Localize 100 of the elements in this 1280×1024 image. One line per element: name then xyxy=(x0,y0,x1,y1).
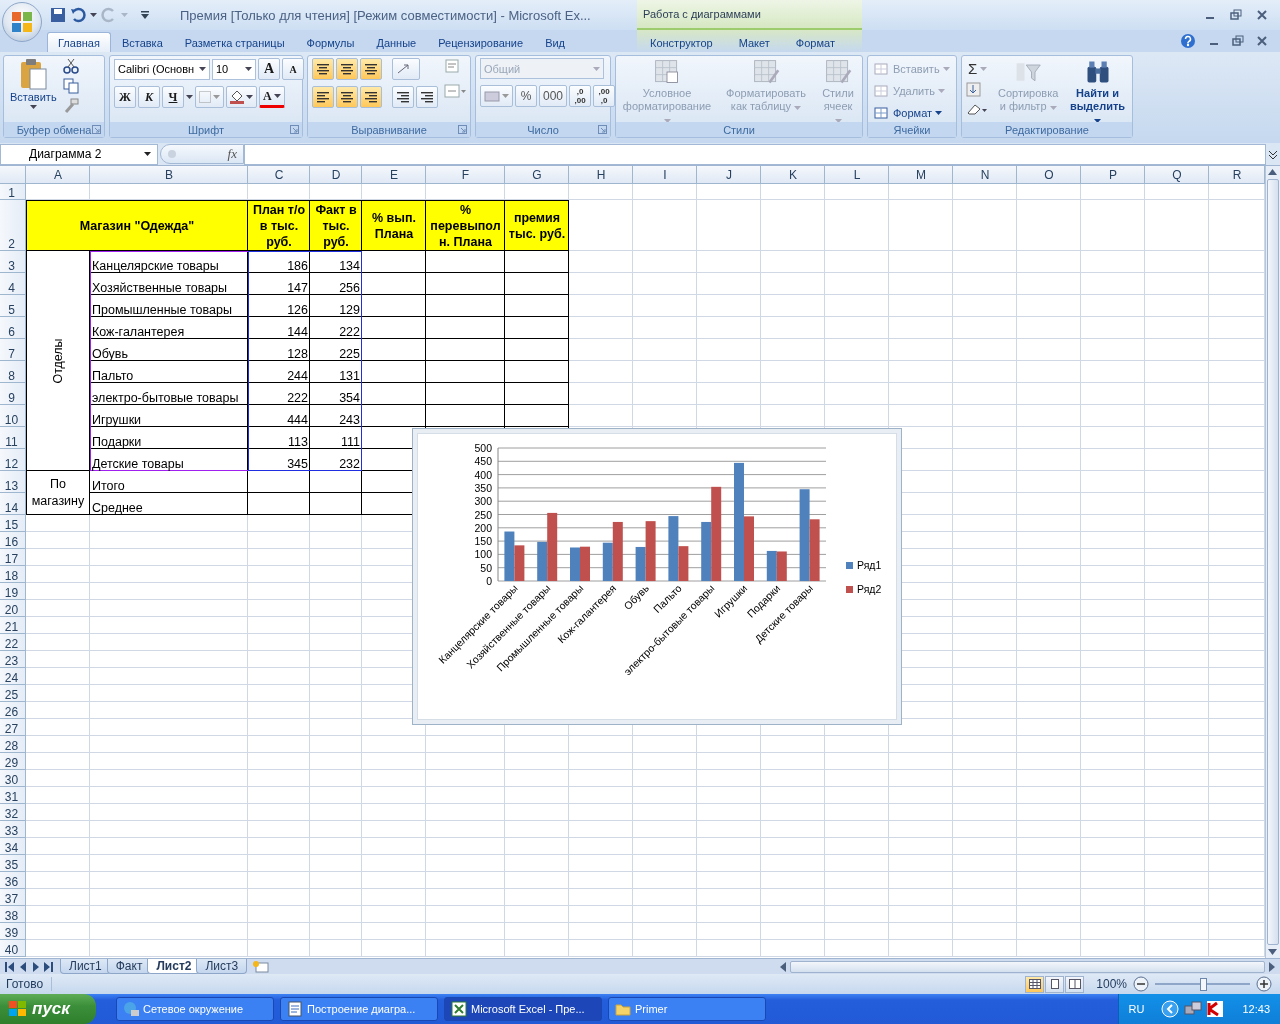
zoom-level: 100% xyxy=(1096,977,1127,991)
chevron-left-icon[interactable] xyxy=(1161,1000,1180,1018)
ribbon-tab[interactable]: Главная xyxy=(47,32,111,52)
column-header[interactable]: D xyxy=(310,166,362,184)
next-sheet-icon[interactable] xyxy=(30,959,41,974)
underline-button[interactable]: Ч xyxy=(162,86,184,108)
align-lines-icon xyxy=(316,63,330,75)
font-name-field[interactable]: Calibri (Основн xyxy=(114,58,210,80)
antivirus-icon[interactable] xyxy=(1207,1001,1224,1017)
taskbar-button[interactable]: Построение диагра... xyxy=(280,997,438,1021)
close-icon[interactable] xyxy=(1256,35,1268,47)
ribbon-tab[interactable]: Данные xyxy=(365,32,428,52)
view-button[interactable] xyxy=(1045,975,1065,993)
column-header[interactable]: P xyxy=(1081,166,1145,184)
vertical-align-button[interactable] xyxy=(312,58,334,80)
horizontal-align-button[interactable] xyxy=(360,86,382,108)
column-header[interactable]: G xyxy=(505,166,569,184)
decrease-decimal-button[interactable]: ,00 ,0 xyxy=(593,85,616,107)
save-icon[interactable] xyxy=(50,7,66,23)
start-button[interactable]: пуск xyxy=(0,994,96,1024)
ribbon-tab[interactable]: Вставка xyxy=(110,32,174,52)
column-header[interactable]: A xyxy=(26,166,90,184)
view-button[interactable] xyxy=(1025,975,1045,993)
zoom-in-icon[interactable] xyxy=(1256,976,1272,992)
horizontal-align-button[interactable] xyxy=(336,86,358,108)
vertical-scrollbar[interactable] xyxy=(1265,166,1280,958)
name-box[interactable]: Диаграмма 2 xyxy=(0,143,158,165)
ribbon-tab[interactable]: Формулы xyxy=(295,32,366,52)
row-number: 36 xyxy=(0,872,26,889)
increase-decimal-button[interactable]: ,0 ,00 xyxy=(569,85,592,107)
thousands-button[interactable]: 000 xyxy=(539,85,568,107)
cells-menu-button[interactable]: Формат xyxy=(872,102,952,123)
undo-icon[interactable] xyxy=(70,7,86,23)
bold-button[interactable]: Ж xyxy=(114,86,136,108)
axis-tick-label: 250 xyxy=(474,508,492,521)
horizontal-align-button[interactable] xyxy=(312,86,334,108)
table-cell: 186 xyxy=(248,251,310,273)
fill-color-button[interactable] xyxy=(226,86,257,108)
column-header[interactable]: F xyxy=(426,166,505,184)
document-icon xyxy=(287,1001,303,1017)
row-number: 30 xyxy=(0,770,26,787)
customize-toolbar-icon[interactable] xyxy=(140,10,150,20)
font-color-button[interactable]: A xyxy=(259,86,285,108)
find-select-button[interactable]: Найти и выделить xyxy=(1067,58,1128,126)
merge-cells-icon[interactable] xyxy=(444,84,466,98)
last-sheet-icon[interactable] xyxy=(43,959,54,974)
column-header[interactable]: H xyxy=(569,166,633,184)
row-number: 12 xyxy=(0,449,26,471)
column-header[interactable]: N xyxy=(953,166,1017,184)
column-header[interactable]: C xyxy=(248,166,310,184)
column-header[interactable]: L xyxy=(825,166,889,184)
column-header[interactable]: O xyxy=(1017,166,1081,184)
decrease-indent-button[interactable] xyxy=(392,86,414,108)
column-header[interactable]: I xyxy=(633,166,697,184)
bar xyxy=(766,550,777,581)
view-button[interactable] xyxy=(1065,975,1085,993)
sheet-tab[interactable]: Лист3 xyxy=(196,959,248,974)
restore-icon[interactable] xyxy=(1232,35,1244,47)
column-header[interactable]: E xyxy=(362,166,426,184)
ribbon-tab[interactable]: Формат xyxy=(782,32,848,52)
vertical-align-button[interactable] xyxy=(360,58,382,80)
caret-icon xyxy=(245,67,252,71)
ribbon-tab[interactable]: Рецензирование xyxy=(427,32,535,52)
vertical-align-button[interactable] xyxy=(336,58,358,80)
column-header[interactable]: R xyxy=(1209,166,1265,184)
autosum-button[interactable]: Σ xyxy=(966,58,990,79)
copy-icon[interactable] xyxy=(62,78,79,94)
shrink-font-button[interactable]: A xyxy=(282,58,304,80)
formula-input[interactable] xyxy=(244,143,1266,165)
taskbar-button[interactable]: Сетевое окружение xyxy=(116,997,274,1021)
zoom-out-icon[interactable] xyxy=(1133,976,1149,992)
ribbon-tab[interactable]: Вид xyxy=(534,32,577,52)
help-icon[interactable] xyxy=(1180,33,1196,49)
close-icon[interactable] xyxy=(1256,9,1268,21)
insert-function-button[interactable]: fx xyxy=(227,146,237,162)
ribbon-tab[interactable]: Макет xyxy=(725,32,783,52)
column-header[interactable]: K xyxy=(761,166,825,184)
slider-thumb[interactable] xyxy=(1199,977,1207,991)
first-sheet-icon[interactable] xyxy=(4,959,15,974)
font-size-field[interactable]: 10 xyxy=(212,58,256,80)
ribbon-tab[interactable]: Разметка страницы xyxy=(173,32,296,52)
percent-button[interactable]: % xyxy=(515,85,537,107)
column-header[interactable]: B xyxy=(90,166,248,184)
increase-indent-button[interactable] xyxy=(416,86,438,108)
ribbon-tab[interactable]: Конструктор xyxy=(637,32,726,52)
column-header[interactable]: M xyxy=(889,166,953,184)
paste-button[interactable]: Вставить xyxy=(8,58,59,109)
row-number: 10 xyxy=(0,405,26,427)
cut-icon[interactable] xyxy=(62,58,79,74)
axis-tick-label: 50 xyxy=(480,561,492,574)
taskbar-button[interactable]: Microsoft Excel - Пре... xyxy=(444,997,602,1021)
column-header[interactable]: Q xyxy=(1145,166,1209,184)
row-number: 17 xyxy=(0,549,26,566)
language-indicator[interactable]: RU xyxy=(1128,1003,1145,1015)
grow-font-button[interactable]: A xyxy=(258,58,280,80)
taskbar-button[interactable]: Primer xyxy=(608,997,766,1021)
restore-icon[interactable] xyxy=(1230,9,1242,21)
column-header[interactable]: J xyxy=(697,166,761,184)
italic-button[interactable]: К xyxy=(138,86,160,108)
network-computers-icon[interactable] xyxy=(1184,1000,1203,1018)
